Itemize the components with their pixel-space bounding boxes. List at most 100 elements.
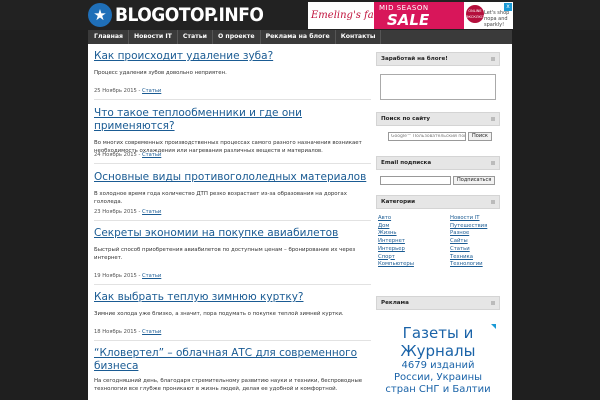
nav-item-news-it[interactable]: Новости IT — [129, 30, 178, 44]
post-excerpt: В холодное время года количество ДТП рез… — [94, 191, 347, 205]
post-excerpt: Быстрый способ приобретения авиабилетов … — [94, 247, 356, 261]
earn-box[interactable] — [380, 74, 496, 100]
post-date: 25 Ноябрь 2015 - — [94, 88, 141, 94]
sidebar-ad[interactable]: Газеты и Журналы 4679 изданий России, Ук… — [376, 324, 500, 396]
ad-line-1: Газеты и — [402, 324, 474, 342]
email-row: Подписаться — [380, 176, 496, 185]
top-ad-banner[interactable]: Emeling's family MID SEASON SALE ONLINE … — [308, 2, 513, 29]
post-excerpt: На сегодняшний день, благодаря стремител… — [94, 378, 363, 392]
category-link-computers[interactable]: Компьютеры — [378, 261, 414, 269]
site-header: ★ BLOGOTOP.INFO Emeling's family MID SEA… — [0, 0, 600, 30]
search-input[interactable] — [388, 132, 466, 141]
nav-item-articles[interactable]: Статьи — [178, 30, 214, 44]
grip-icon — [491, 200, 495, 204]
post-date: 24 Ноябрь 2015 - — [94, 152, 141, 158]
post-item: Как выбрать теплую зимнюю куртку? Зимние… — [94, 291, 371, 318]
category-link-travel[interactable]: Путешествия — [450, 223, 487, 231]
post-title[interactable]: Как выбрать теплую зимнюю куртку? — [94, 291, 371, 304]
ad-line-4: России, Украины — [393, 372, 483, 383]
post-title[interactable]: Секреты экономии на покупке авиабилетов — [94, 227, 371, 240]
subscribe-button[interactable]: Подписаться — [453, 176, 496, 185]
post-divider — [94, 220, 371, 221]
nav-item-contacts[interactable]: Контакты — [336, 30, 382, 44]
categories-right: Новости IT Путешествия Разное Сайты Стат… — [450, 215, 487, 269]
post-title[interactable]: Как происходит удаление зуба? — [94, 50, 371, 63]
ad-line-3: 4679 изданий — [401, 360, 475, 371]
category-link-tech[interactable]: Техника — [450, 254, 487, 262]
post-meta: 23 Ноябрь 2015 - Статьи — [94, 209, 161, 215]
earn-title: Заработай на блоге! — [381, 56, 448, 62]
widget-title: Заработай на блоге! — [376, 52, 500, 66]
categories-title: Категории — [381, 199, 415, 205]
post-category-link[interactable]: Статьи — [142, 273, 161, 279]
widget-title: Категории — [376, 195, 500, 209]
category-link-sites[interactable]: Сайты — [450, 238, 487, 246]
category-link-interior[interactable]: Интерьер — [378, 246, 414, 254]
email-input[interactable] — [380, 176, 451, 185]
post-category-link[interactable]: Статьи — [142, 329, 161, 335]
post-date: 18 Ноябрь 2015 - — [94, 329, 141, 335]
ad-close-icon[interactable]: x — [504, 3, 512, 11]
post-item: Основные виды противогололедных материал… — [94, 171, 371, 206]
post-item: Секреты экономии на покупке авиабилетов … — [94, 227, 371, 262]
post-divider — [94, 163, 371, 164]
nav-item-advertising[interactable]: Реклама на блоге — [261, 30, 336, 44]
search-row: Поиск — [388, 132, 492, 141]
main-nav: Главная Новости IT Статьи О проекте Рекл… — [88, 30, 512, 44]
post-item: “Кловертел” – облачная АТС для современн… — [94, 347, 371, 393]
post-item: Как происходит удаление зуба? Процесс уд… — [94, 50, 371, 77]
categories-widget: Категории Авто Дом Жизнь Интернет Интерь… — [376, 195, 500, 287]
category-link-home[interactable]: Дом — [378, 223, 414, 231]
search-button[interactable]: Поиск — [468, 132, 492, 141]
nav-item-about[interactable]: О проекте — [213, 30, 261, 44]
ad-shop-text: Let's shop пора and sparkly! — [484, 10, 510, 28]
widget-title: Поиск по сайту — [376, 112, 500, 126]
post-excerpt: Зимние холода уже близко, а значит, пора… — [94, 311, 344, 317]
post-category-link[interactable]: Статьи — [142, 209, 161, 215]
email-widget: Email подписка Подписаться — [376, 156, 500, 196]
ads-widget: Реклама Газеты и Журналы 4679 изданий Ро… — [376, 296, 500, 400]
category-link-sport[interactable]: Спорт — [378, 254, 414, 262]
search-widget: Поиск по сайту Поиск — [376, 112, 500, 152]
post-category-link[interactable]: Статьи — [142, 88, 161, 94]
post-divider — [94, 284, 371, 285]
post-date: 19 Ноябрь 2015 - — [94, 273, 141, 279]
category-link-internet[interactable]: Интернет — [378, 238, 414, 246]
post-title[interactable]: “Кловертел” – облачная АТС для современн… — [94, 347, 371, 373]
post-meta: 18 Ноябрь 2015 - Статьи — [94, 329, 161, 335]
post-divider — [94, 99, 371, 100]
post-title[interactable]: Что такое теплообменники и где они приме… — [94, 107, 371, 133]
nav-item-home[interactable]: Главная — [88, 30, 129, 44]
email-title: Email подписка — [381, 160, 432, 166]
categories-left: Авто Дом Жизнь Интернет Интерьер Спорт К… — [378, 215, 414, 269]
category-link-misc[interactable]: Разное — [450, 230, 487, 238]
post-meta: 25 Ноябрь 2015 - Статьи — [94, 88, 161, 94]
category-link-technologies[interactable]: Технологии — [450, 261, 487, 269]
grip-icon — [491, 161, 495, 165]
ad-sale: SALE — [387, 11, 430, 29]
widget-title: Реклама — [376, 296, 500, 310]
post-date: 23 Ноябрь 2015 - — [94, 209, 141, 215]
category-link-life[interactable]: Жизнь — [378, 230, 414, 238]
ad-badge: ONLINE ЭКСКЛЮЗИВ — [466, 5, 490, 23]
ad-line-2: Журналы — [400, 342, 476, 360]
category-link-auto[interactable]: Авто — [378, 215, 414, 223]
search-title: Поиск по сайту — [381, 116, 431, 122]
post-title[interactable]: Основные виды противогололедных материал… — [94, 171, 371, 184]
star-icon: ★ — [88, 3, 112, 27]
post-category-link[interactable]: Статьи — [142, 152, 161, 158]
main-container: Как происходит удаление зуба? Процесс уд… — [88, 44, 512, 400]
adchoices-icon[interactable] — [491, 324, 496, 329]
category-link-articles[interactable]: Статьи — [450, 246, 487, 254]
ads-title: Реклама — [381, 300, 409, 306]
post-divider — [94, 340, 371, 341]
grip-icon — [491, 117, 495, 121]
post-item: Что такое теплообменники и где они приме… — [94, 107, 371, 155]
post-meta: 24 Ноябрь 2015 - Статьи — [94, 152, 161, 158]
grip-icon — [491, 57, 495, 61]
widget-title: Email подписка — [376, 156, 500, 170]
ad-line-5: стран СНГ и Балтии — [385, 384, 491, 395]
site-logo[interactable]: ★ BLOGOTOP.INFO — [88, 2, 264, 28]
post-meta: 19 Ноябрь 2015 - Статьи — [94, 273, 161, 279]
category-link-news-it[interactable]: Новости IT — [450, 215, 487, 223]
